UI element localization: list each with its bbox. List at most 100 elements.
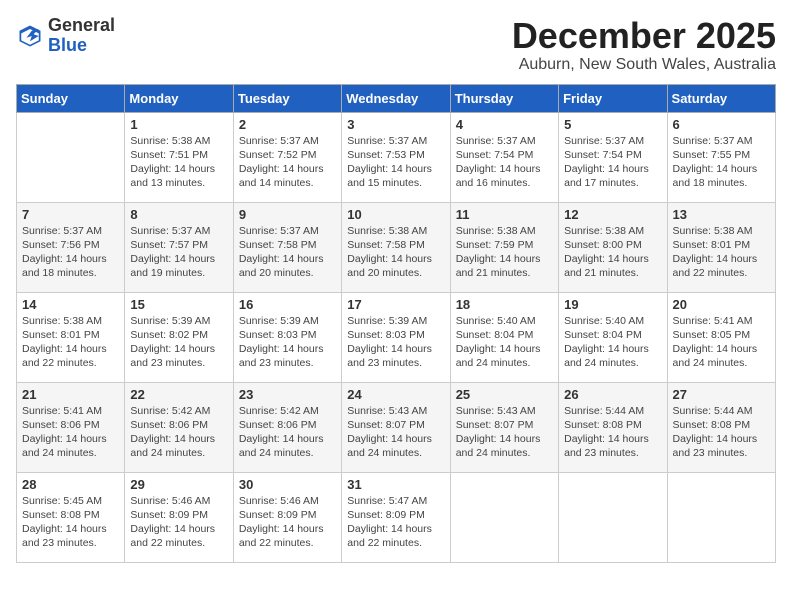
day-cell: 2Sunrise: 5:37 AMSunset: 7:52 PMDaylight…: [233, 112, 341, 202]
day-info: Sunrise: 5:37 AMSunset: 7:53 PMDaylight:…: [347, 134, 444, 191]
calendar: Sunday Monday Tuesday Wednesday Thursday…: [16, 84, 776, 563]
day-cell: 10 Sunrise: 5:38 AMSunset: 7:58 PMDayligh…: [342, 202, 450, 292]
day-number: 16: [239, 297, 336, 312]
day-info: Sunrise: 5:37 AMSunset: 7:52 PMDaylight:…: [239, 134, 336, 191]
day-cell: 26Sunrise: 5:44 AMSunset: 8:08 PMDayligh…: [559, 382, 667, 472]
day-cell: 3 Sunrise: 5:37 AMSunset: 7:53 PMDaylight…: [342, 112, 450, 202]
day-info: Sunrise: 5:38 AMSunset: 7:58 PMDaylight:…: [347, 224, 444, 281]
week-row-4: 21 Sunrise: 5:41 AMSunset: 8:06 PMDayligh…: [17, 382, 776, 472]
day-cell: 9 Sunrise: 5:37 AMSunset: 7:58 PMDaylight…: [233, 202, 341, 292]
day-info: Sunrise: 5:44 AMSunset: 8:08 PMDaylight:…: [673, 404, 770, 461]
day-info: Sunrise: 5:41 AMSunset: 8:06 PMDaylight:…: [22, 404, 119, 461]
day-number: 27: [673, 387, 770, 402]
header-row: Sunday Monday Tuesday Wednesday Thursday…: [17, 84, 776, 112]
day-number: 5: [564, 117, 661, 132]
day-info: Sunrise: 5:37 AMSunset: 7:56 PMDaylight:…: [22, 224, 119, 281]
day-number: 9: [239, 207, 336, 222]
day-number: 23: [239, 387, 336, 402]
day-cell: 7 Sunrise: 5:37 AMSunset: 7:56 PMDaylight…: [17, 202, 125, 292]
col-monday: Monday: [125, 84, 233, 112]
day-cell: 8 Sunrise: 5:37 AMSunset: 7:57 PMDaylight…: [125, 202, 233, 292]
day-info: Sunrise: 5:40 AMSunset: 8:04 PMDaylight:…: [456, 314, 553, 371]
day-cell: 19Sunrise: 5:40 AMSunset: 8:04 PMDayligh…: [559, 292, 667, 382]
day-info: Sunrise: 5:38 AMSunset: 8:01 PMDaylight:…: [22, 314, 119, 371]
day-number: 8: [130, 207, 227, 222]
day-number: 12: [564, 207, 661, 222]
day-number: 11: [456, 207, 553, 222]
day-cell: 1 Sunrise: 5:38 AMSunset: 7:51 PMDaylight…: [125, 112, 233, 202]
day-info: Sunrise: 5:42 AMSunset: 8:06 PMDaylight:…: [239, 404, 336, 461]
day-info: Sunrise: 5:43 AMSunset: 8:07 PMDaylight:…: [456, 404, 553, 461]
day-number: 10: [347, 207, 444, 222]
day-cell: 12 Sunrise: 5:38 AMSunset: 8:00 PMDayligh…: [559, 202, 667, 292]
logo-blue: Blue: [48, 35, 87, 55]
day-info: Sunrise: 5:46 AMSunset: 8:09 PMDaylight:…: [239, 494, 336, 551]
day-info: Sunrise: 5:38 AMSunset: 7:51 PMDaylight:…: [130, 134, 227, 191]
day-number: 6: [673, 117, 770, 132]
day-number: 22: [130, 387, 227, 402]
day-info: Sunrise: 5:38 AMSunset: 8:01 PMDaylight:…: [673, 224, 770, 281]
calendar-header: Sunday Monday Tuesday Wednesday Thursday…: [17, 84, 776, 112]
day-cell: [559, 472, 667, 562]
day-cell: 4 Sunrise: 5:37 AMSunset: 7:54 PMDaylight…: [450, 112, 558, 202]
day-info: Sunrise: 5:37 AMSunset: 7:54 PMDaylight:…: [456, 134, 553, 191]
day-number: 25: [456, 387, 553, 402]
day-cell: 14 Sunrise: 5:38 AMSunset: 8:01 PMDayligh…: [17, 292, 125, 382]
day-cell: 24 Sunrise: 5:43 AMSunset: 8:07 PMDayligh…: [342, 382, 450, 472]
day-info: Sunrise: 5:38 AMSunset: 8:00 PMDaylight:…: [564, 224, 661, 281]
day-number: 28: [22, 477, 119, 492]
day-cell: 5 Sunrise: 5:37 AMSunset: 7:54 PMDaylight…: [559, 112, 667, 202]
header: General Blue December 2025 Auburn, New S…: [16, 16, 776, 74]
day-cell: 30Sunrise: 5:46 AMSunset: 8:09 PMDayligh…: [233, 472, 341, 562]
day-cell: 27 Sunrise: 5:44 AMSunset: 8:08 PMDayligh…: [667, 382, 775, 472]
day-number: 15: [130, 297, 227, 312]
calendar-body: 1 Sunrise: 5:38 AMSunset: 7:51 PMDaylight…: [17, 112, 776, 562]
day-number: 14: [22, 297, 119, 312]
col-saturday: Saturday: [667, 84, 775, 112]
day-cell: [667, 472, 775, 562]
day-cell: 23 Sunrise: 5:42 AMSunset: 8:06 PMDayligh…: [233, 382, 341, 472]
logo-icon: [16, 22, 44, 50]
week-row-1: 1 Sunrise: 5:38 AMSunset: 7:51 PMDaylight…: [17, 112, 776, 202]
day-info: Sunrise: 5:37 AMSunset: 7:55 PMDaylight:…: [673, 134, 770, 191]
day-number: 29: [130, 477, 227, 492]
day-cell: 22Sunrise: 5:42 AMSunset: 8:06 PMDayligh…: [125, 382, 233, 472]
day-info: Sunrise: 5:44 AMSunset: 8:08 PMDaylight:…: [564, 404, 661, 461]
day-number: 1: [130, 117, 227, 132]
month-title: December 2025: [512, 16, 776, 56]
title-area: December 2025 Auburn, New South Wales, A…: [512, 16, 776, 74]
day-number: 24: [347, 387, 444, 402]
day-cell: 17Sunrise: 5:39 AMSunset: 8:03 PMDayligh…: [342, 292, 450, 382]
col-friday: Friday: [559, 84, 667, 112]
day-info: Sunrise: 5:37 AMSunset: 7:58 PMDaylight:…: [239, 224, 336, 281]
day-number: 20: [673, 297, 770, 312]
day-number: 3: [347, 117, 444, 132]
week-row-3: 14 Sunrise: 5:38 AMSunset: 8:01 PMDayligh…: [17, 292, 776, 382]
day-number: 21: [22, 387, 119, 402]
day-number: 17: [347, 297, 444, 312]
day-cell: 13 Sunrise: 5:38 AMSunset: 8:01 PMDayligh…: [667, 202, 775, 292]
day-number: 13: [673, 207, 770, 222]
day-number: 19: [564, 297, 661, 312]
day-info: Sunrise: 5:45 AMSunset: 8:08 PMDaylight:…: [22, 494, 119, 551]
day-info: Sunrise: 5:39 AMSunset: 8:03 PMDaylight:…: [239, 314, 336, 371]
col-sunday: Sunday: [17, 84, 125, 112]
day-cell: 6 Sunrise: 5:37 AMSunset: 7:55 PMDaylight…: [667, 112, 775, 202]
day-info: Sunrise: 5:43 AMSunset: 8:07 PMDaylight:…: [347, 404, 444, 461]
day-info: Sunrise: 5:37 AMSunset: 7:54 PMDaylight:…: [564, 134, 661, 191]
day-info: Sunrise: 5:38 AMSunset: 7:59 PMDaylight:…: [456, 224, 553, 281]
logo-general: General: [48, 15, 115, 35]
day-number: 18: [456, 297, 553, 312]
day-number: 4: [456, 117, 553, 132]
col-thursday: Thursday: [450, 84, 558, 112]
day-info: Sunrise: 5:41 AMSunset: 8:05 PMDaylight:…: [673, 314, 770, 371]
day-cell: 11 Sunrise: 5:38 AMSunset: 7:59 PMDayligh…: [450, 202, 558, 292]
day-cell: 20 Sunrise: 5:41 AMSunset: 8:05 PMDayligh…: [667, 292, 775, 382]
day-number: 7: [22, 207, 119, 222]
logo-text: General Blue: [48, 16, 115, 56]
day-info: Sunrise: 5:37 AMSunset: 7:57 PMDaylight:…: [130, 224, 227, 281]
week-row-2: 7 Sunrise: 5:37 AMSunset: 7:56 PMDaylight…: [17, 202, 776, 292]
day-cell: [17, 112, 125, 202]
day-cell: 25 Sunrise: 5:43 AMSunset: 8:07 PMDayligh…: [450, 382, 558, 472]
day-info: Sunrise: 5:39 AMSunset: 8:02 PMDaylight:…: [130, 314, 227, 371]
